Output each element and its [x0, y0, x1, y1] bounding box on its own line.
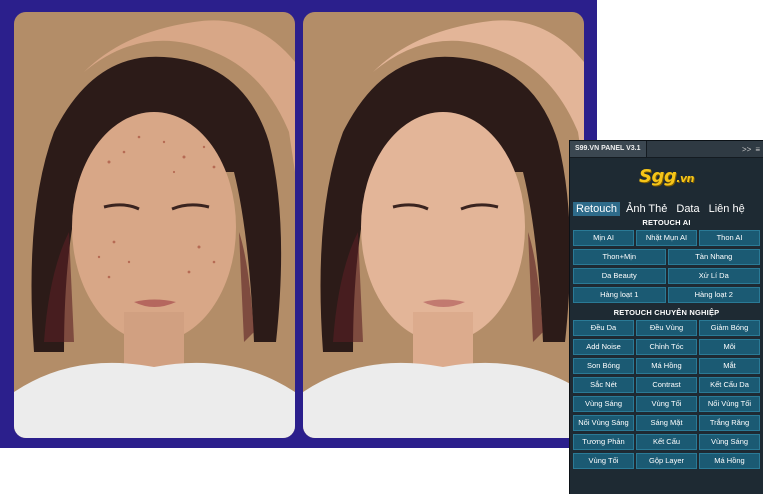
add-noise-button[interactable]: Add Noise — [573, 339, 634, 355]
noi-vung-toi-button[interactable]: Nối Vùng Tối — [699, 396, 760, 412]
tan-nhang-button[interactable]: Tàn Nhang — [667, 249, 760, 265]
vung-toi-button[interactable]: Vùng Tối — [636, 396, 697, 412]
hang-loat-1-button[interactable]: Hàng loạt 1 — [573, 287, 666, 303]
thon-min-button[interactable]: Thon+Mịn — [573, 249, 666, 265]
after-portrait-image — [303, 12, 584, 438]
section-title-retouch-pro: RETOUCH CHUYÊN NGHIỆP — [613, 308, 720, 317]
chinh-toc-button[interactable]: Chỉnh Tóc — [636, 339, 697, 355]
giam-bong-button[interactable]: Giảm Bóng — [699, 320, 760, 336]
min-ai-button[interactable]: Mịn AI — [573, 230, 634, 246]
before-portrait-image — [14, 12, 295, 438]
mat-button[interactable]: Mắt — [699, 358, 760, 374]
before-photo — [14, 12, 295, 438]
after-photo — [303, 12, 584, 438]
son-bong-button[interactable]: Son Bóng — [573, 358, 634, 374]
collapse-icon[interactable]: >> — [742, 145, 751, 154]
panel-tabs: Retouch Ảnh Thẻ Data Liên hệ — [570, 194, 763, 216]
vung-sang-2-button[interactable]: Vùng Sáng — [699, 434, 760, 450]
retouch-panel: S99.VN PANEL V3.1 >> ≡ Sgg.vn Retouch Ản… — [569, 140, 763, 494]
tuong-phan-button[interactable]: Tương Phản — [573, 434, 634, 450]
panel-title-tab[interactable]: S99.VN PANEL V3.1 — [570, 141, 647, 157]
ma-hong-2-button[interactable]: Má Hồng — [699, 453, 760, 469]
tab-retouch[interactable]: Retouch — [573, 202, 620, 216]
ma-hong-button[interactable]: Má Hồng — [636, 358, 697, 374]
ket-cau-button[interactable]: Kết Cấu — [636, 434, 697, 450]
panel-titlebar: S99.VN PANEL V3.1 >> ≡ — [570, 141, 763, 158]
vung-toi-2-button[interactable]: Vùng Tối — [573, 453, 634, 469]
tab-lien-he[interactable]: Liên hệ — [706, 202, 748, 216]
tab-anh-the[interactable]: Ảnh Thẻ — [623, 202, 670, 216]
retouch-ai-grid: Mịn AI Nhặt Mụn AI Thon AI Thon+Mịn Tàn … — [570, 230, 763, 303]
contrast-button[interactable]: Contrast — [636, 377, 697, 393]
logo-row: Sgg.vn — [570, 158, 763, 194]
nhat-mun-ai-button[interactable]: Nhặt Mụn AI — [636, 230, 697, 246]
brand-logo: Sgg.vn — [639, 165, 694, 187]
deu-da-button[interactable]: Đều Da — [573, 320, 634, 336]
vung-sang-button[interactable]: Vùng Sáng — [573, 396, 634, 412]
tab-data[interactable]: Data — [673, 202, 702, 216]
trang-rang-button[interactable]: Trắng Răng — [699, 415, 760, 431]
hang-loat-2-button[interactable]: Hàng loạt 2 — [667, 287, 760, 303]
photo-comparison-area — [0, 0, 597, 448]
ket-cau-da-button[interactable]: Kết Cấu Da — [699, 377, 760, 393]
gop-layer-button[interactable]: Gộp Layer — [636, 453, 697, 469]
sac-net-button[interactable]: Sắc Nét — [573, 377, 634, 393]
deu-vung-button[interactable]: Đều Vùng — [636, 320, 697, 336]
xu-li-da-button[interactable]: Xử Lí Da — [667, 268, 760, 284]
section-title-retouch-ai: RETOUCH AI — [642, 218, 691, 227]
menu-icon[interactable]: ≡ — [755, 145, 760, 154]
da-beauty-button[interactable]: Da Beauty — [573, 268, 666, 284]
moi-button[interactable]: Môi — [699, 339, 760, 355]
retouch-pro-grid: Đều Da Đều Vùng Giảm Bóng Add Noise Chỉn… — [570, 320, 763, 469]
thon-ai-button[interactable]: Thon AI — [699, 230, 760, 246]
sang-mat-button[interactable]: Sáng Mặt — [636, 415, 697, 431]
noi-vung-sang-button[interactable]: Nối Vùng Sáng — [573, 415, 634, 431]
